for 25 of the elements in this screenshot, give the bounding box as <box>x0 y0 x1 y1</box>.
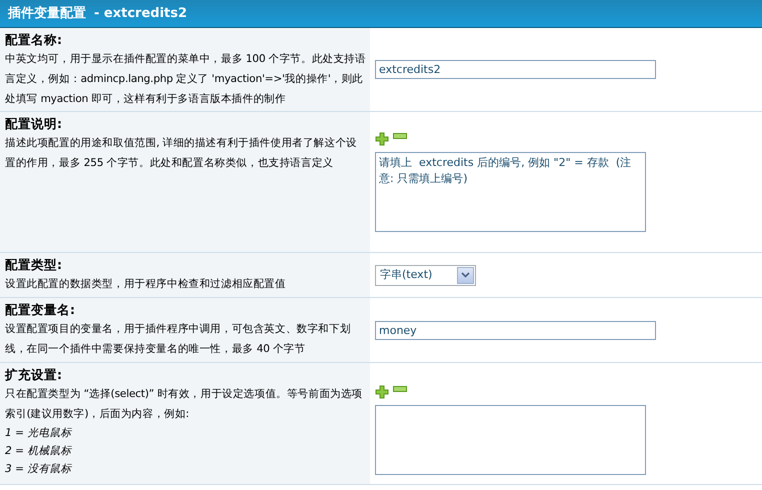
type-select[interactable]: 字串(text) <box>375 264 476 286</box>
setting-description: 设置此配置的数据类型，用于程序中检查和过滤相应配置值 <box>5 277 287 292</box>
plus-icon[interactable] <box>375 385 389 399</box>
setting-description: 中英文均可，用于显示在插件配置的菜单中，最多 100 个字节。此处支持语言定义，例如：admincp.lang.php 定义了 'myaction'=>'我的操作'，则此处填写 myaction 即可，这样有利于多语言版本插件的制作 <box>5 52 366 107</box>
setting-label: 配置名称: <box>5 31 63 49</box>
page-title: 插件变量配置 <box>8 4 86 23</box>
dropdown-icon <box>461 272 470 278</box>
plus-icon[interactable] <box>375 132 389 146</box>
text-area[interactable] <box>375 405 646 475</box>
example-line: 2 = 机械鼠标 <box>5 444 73 459</box>
text-field[interactable]: extcredits2 <box>375 60 656 79</box>
setting-label: 配置变量名: <box>5 301 76 319</box>
minus-icon[interactable] <box>393 132 407 140</box>
setting-label: 扩充设置: <box>5 366 63 384</box>
setting-description: 只在配置类型为 “选择(select)” 时有效，用于设定选项值。等号前面为选项索引(建议用数字)，后面为内容，例如: <box>5 387 364 422</box>
example-line: 1 = 光电鼠标 <box>5 426 73 441</box>
setting-description: 描述此项配置的用途和取值范围, 详细的描述有利于插件使用者了解这个设置的作用，最多 255 个字节。此处和配置名称类似，也支持语言定义 <box>5 136 358 171</box>
text-field[interactable]: money <box>375 320 656 340</box>
minus-icon[interactable] <box>393 385 407 393</box>
setting-label: 配置说明: <box>5 115 63 133</box>
example-line: 3 = 没有鼠标 <box>5 462 73 477</box>
page-subtitle: - extcredits2 <box>94 4 188 23</box>
text-area[interactable]: 请填上 extcredits 后的编号, 例如 "2" = 存款 (注意: 只需填上编号) <box>375 152 646 232</box>
setting-label: 配置类型: <box>5 256 63 274</box>
setting-description: 设置配置项目的变量名，用于插件程序中调用，可包含英文、数字和下划线，在同一个插件中需要保持变量名的唯一性，最多 40 个字节 <box>5 322 352 357</box>
